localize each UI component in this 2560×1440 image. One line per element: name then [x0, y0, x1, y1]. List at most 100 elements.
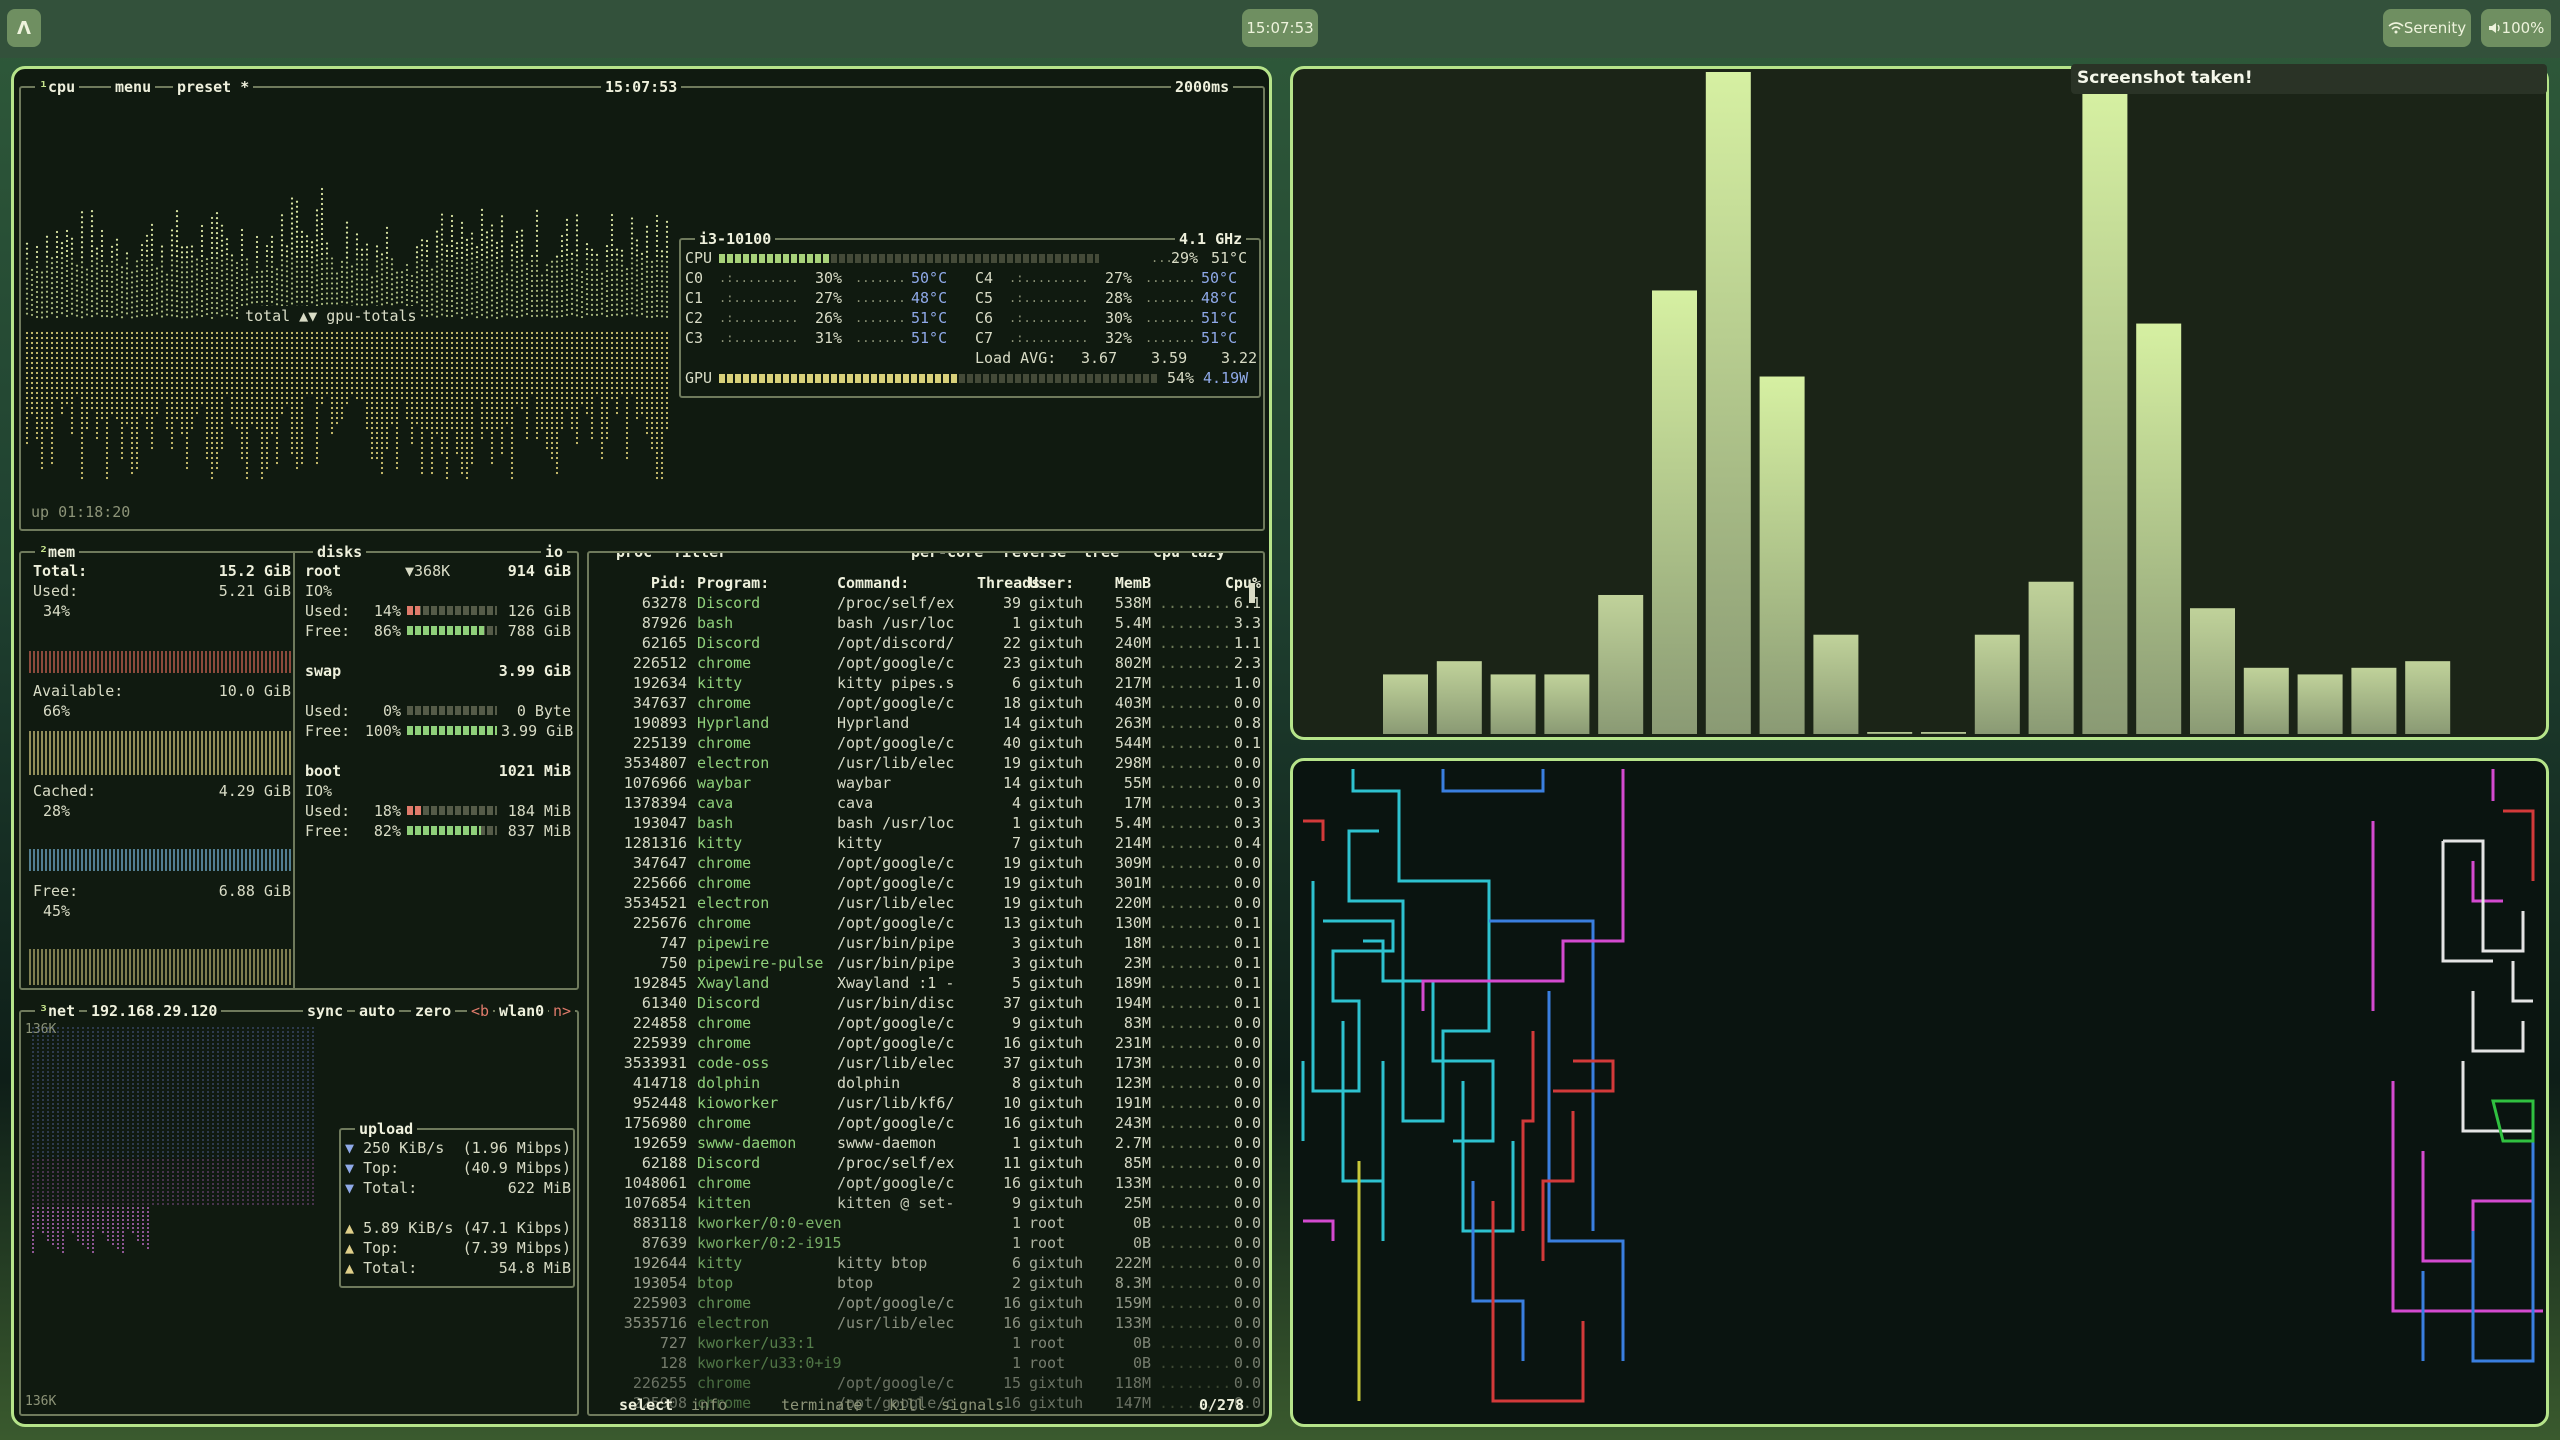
cpu-graph-dot [315, 289, 319, 292]
gpu-graph-dot [460, 436, 464, 440]
gpu-graph-dot [490, 331, 494, 335]
cpu-graph-dot [325, 262, 329, 265]
gpu-graph-dot [125, 336, 129, 340]
cpu-graph-dot [495, 281, 499, 284]
gpu-graph-dot [200, 351, 204, 355]
gpu-graph-dot [35, 431, 39, 435]
gpu-graph-dot [295, 421, 299, 425]
gpu-graph-dot [225, 341, 229, 345]
auto-tab[interactable]: auto [355, 1001, 400, 1021]
gpu-graph-dot [625, 396, 629, 400]
gpu-graph-dot [535, 346, 539, 350]
cpu-graph-dot [465, 258, 469, 261]
cpu-graph-dot [305, 240, 309, 243]
btop-window[interactable]: ¹cpu menu preset * 15:07:53 2000ms total… [11, 66, 1272, 1427]
gpu-graph-dot [615, 381, 619, 385]
cpu-graph-dot [320, 217, 324, 221]
gpu-graph-dot [140, 351, 144, 355]
wifi-button[interactable]: Serenity [2383, 9, 2471, 47]
gpu-graph-dot [430, 356, 434, 360]
cpu-tab[interactable]: ¹cpu [35, 77, 80, 97]
gpu-graph-dot [290, 376, 294, 380]
cpu-graph-dot [485, 261, 489, 264]
gpu-graph-dot [130, 446, 134, 450]
cpu-graph-dot [420, 284, 424, 287]
gpu-graph-dot [650, 376, 654, 380]
gpu-graph-dot [75, 356, 79, 360]
gpu-graph-dot [145, 346, 149, 350]
gpu-graph-dot [625, 416, 629, 420]
gpu-graph-dot [230, 381, 234, 385]
cpu-graph-dot [610, 218, 614, 222]
cpu-graph-dot [345, 246, 349, 249]
cpu-graph-dot [390, 283, 394, 286]
io-tab[interactable]: io [541, 542, 568, 562]
gpu-graph-dot [605, 361, 609, 365]
gpu-graph-dot [405, 336, 409, 340]
gpu-graph-dot [540, 416, 544, 420]
net-graph-dot [32, 1203, 34, 1205]
gpu-graph-dot [370, 366, 374, 370]
cpu-graph-dot [640, 307, 644, 310]
gpu-graph-dot [50, 436, 54, 440]
gpu-graph-dot [130, 376, 134, 380]
mem-title: ²mem [35, 542, 80, 562]
gpu-graph-dot [640, 411, 644, 415]
cpu-graph-dot [450, 274, 454, 278]
cpu-graph-dot [385, 246, 389, 249]
cpu-graph-dot [95, 267, 99, 270]
gpu-graph-dot [610, 391, 614, 395]
update-interval[interactable]: 2000ms [1171, 77, 1234, 97]
gpu-graph-dot [640, 376, 644, 380]
cpu-graph-dot [385, 286, 389, 289]
cpu-graph-dot [355, 263, 359, 266]
cpu-graph-dot [465, 273, 469, 276]
gpu-graph-dot [495, 376, 499, 380]
gpu-graph-dot [210, 471, 214, 475]
gpu-graph-dot [150, 406, 154, 410]
gpu-graph-dot [165, 376, 169, 380]
preset-tab[interactable]: preset * [173, 77, 254, 97]
cpu-graph-dot [60, 257, 64, 260]
cpu-graph-dot [75, 299, 79, 302]
cpu-graph-dot [285, 255, 289, 258]
cpu-graph-dot [120, 291, 124, 294]
cpu-graph-dot [430, 313, 434, 316]
cpu-graph-dot [500, 240, 504, 243]
launcher-button[interactable]: Λ [7, 9, 41, 47]
net-upload-dot [37, 1211, 39, 1213]
menu-tab[interactable]: menu [111, 77, 156, 97]
cpu-graph-dot [470, 302, 474, 305]
gpu-graph-dot [55, 371, 59, 375]
cpu-graph-dot [230, 279, 234, 282]
gpu-graph-dot [235, 356, 239, 360]
gpu-graph-dot [310, 366, 314, 370]
gpu-graph-dot [215, 426, 219, 430]
iface-name: wlan0 [495, 1001, 549, 1021]
volume-button[interactable]: 100% [2481, 9, 2551, 47]
gpu-graph-dot [210, 371, 214, 375]
gpu-graph-dot [75, 341, 79, 345]
cpu-graph-dot [480, 298, 484, 302]
zero-tab[interactable]: zero [411, 1001, 456, 1021]
gpu-graph-dot [340, 376, 344, 380]
gpu-graph-dot [185, 376, 189, 380]
cpu-graph-dot [630, 302, 634, 305]
gpu-graph-dot [55, 356, 59, 360]
gpu-graph-dot [215, 336, 219, 340]
gpu-graph-dot [435, 351, 439, 355]
cpu-graph-dot [210, 266, 214, 270]
cpu-graph-dot [35, 260, 39, 264]
gpu-graph-dot [650, 416, 654, 420]
cpu-graph-dot [190, 270, 194, 273]
gpu-graph-dot [645, 406, 649, 410]
prev-iface-button[interactable]: <b [467, 1001, 494, 1021]
cpu-graph-dot [415, 261, 419, 264]
gpu-graph-dot [625, 456, 629, 460]
next-iface-button[interactable]: n> [549, 1001, 576, 1021]
cpu-graph-dot [185, 301, 189, 304]
clock[interactable]: 15:07:53 [1242, 9, 1318, 47]
cpu-graph-dot [375, 265, 379, 268]
gpu-graph-dot [535, 421, 539, 425]
gpu-graph-dot [295, 406, 299, 410]
